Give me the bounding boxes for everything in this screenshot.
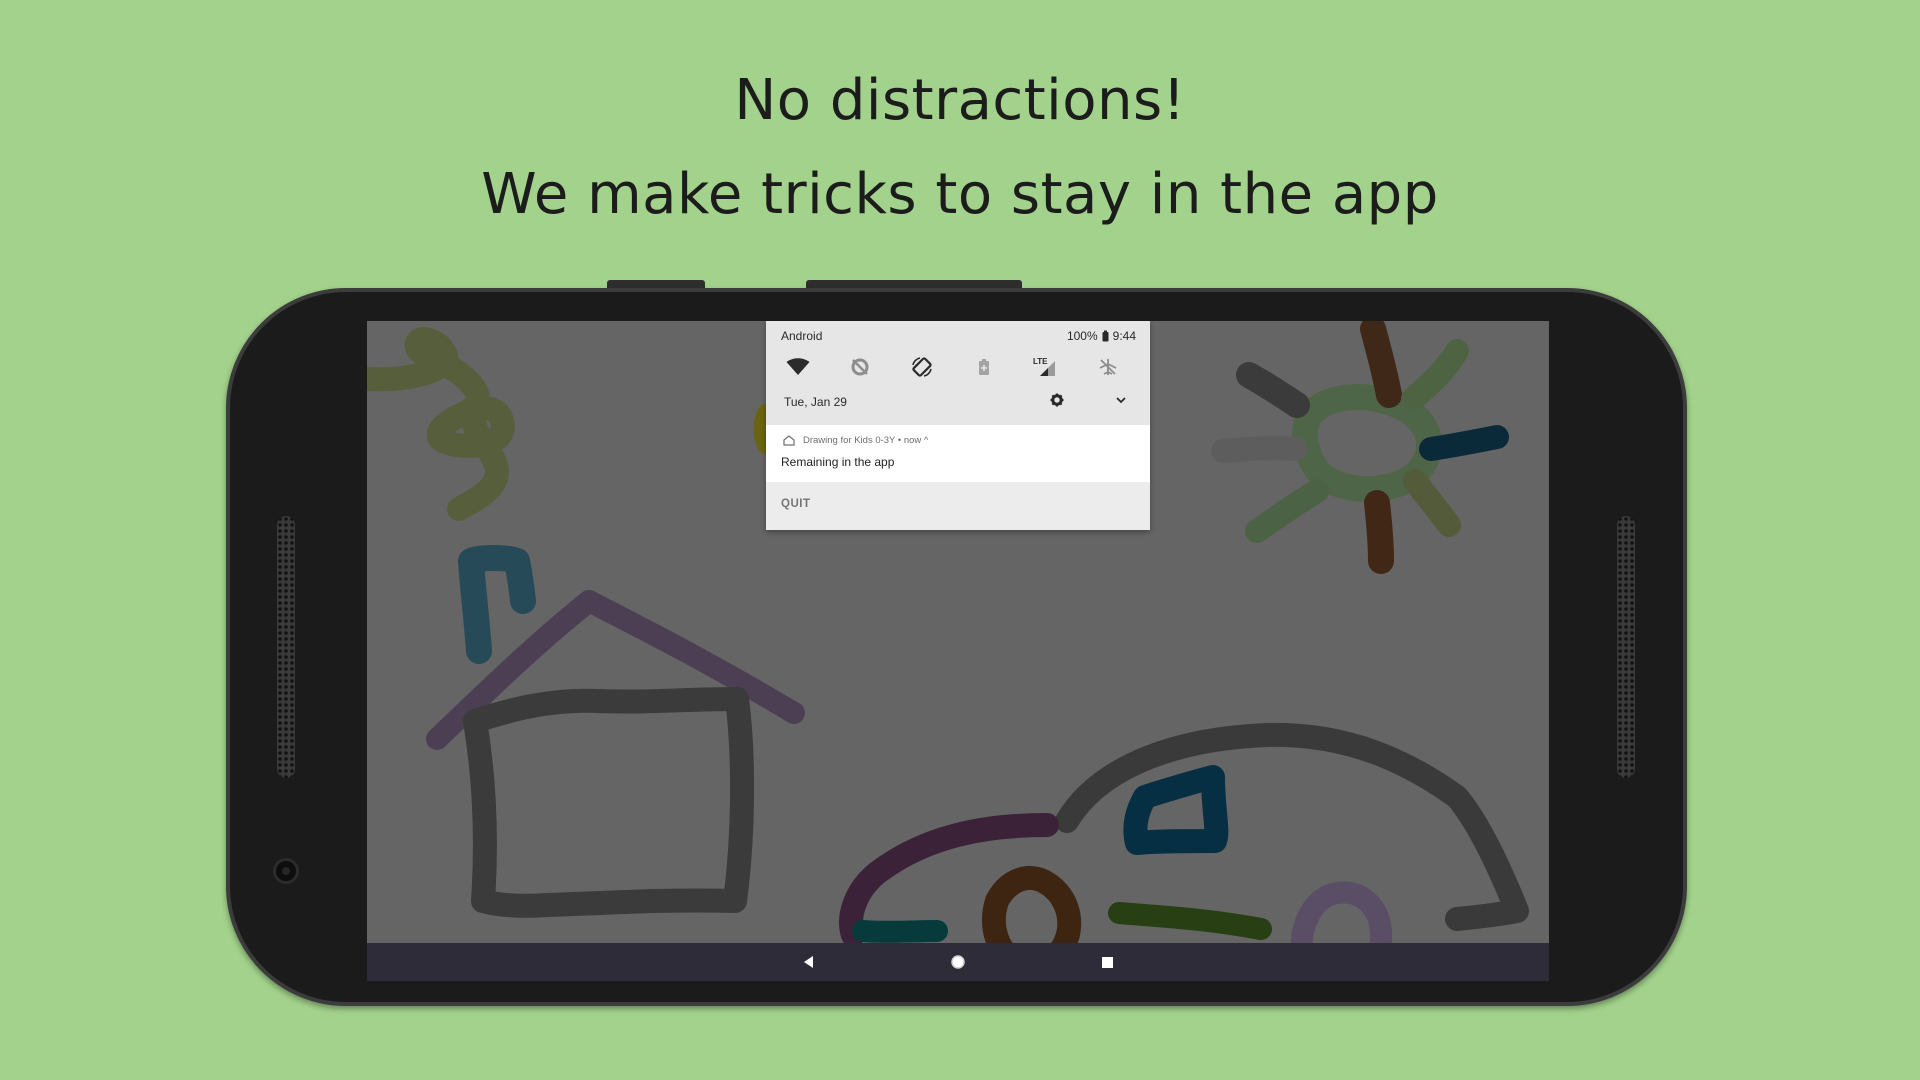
drawing-stroke-house (463, 687, 755, 918)
notification-text: Remaining in the app (781, 455, 895, 469)
drawing-stroke-sun-ray (1245, 479, 1329, 543)
left-speaker-grille (277, 516, 295, 778)
headline-subtitle: We make tricks to stay in the app (481, 162, 1439, 227)
auto-rotate-icon[interactable] (909, 355, 935, 379)
battery-saver-icon[interactable] (971, 355, 997, 379)
wifi-icon[interactable] (785, 355, 811, 379)
airplane-mode-icon[interactable] (1095, 355, 1121, 379)
headline-title: No distractions! (734, 68, 1186, 133)
drawing-stroke-swirl (367, 327, 515, 521)
navigation-bar (367, 943, 1549, 981)
drawing-stroke-sun-ray (1401, 339, 1469, 411)
notification-actions: QUIT (766, 482, 1150, 530)
drawing-stroke-sun-ray (1364, 490, 1394, 574)
carrier-label: Android (781, 329, 823, 343)
lte-signal-icon[interactable]: LTE (1033, 355, 1059, 379)
phone-screen: Android 100% 9:44 LTE Tue, Jan 29 Drawin… (367, 321, 1549, 981)
front-camera (273, 858, 299, 884)
battery-icon (1102, 330, 1109, 342)
home-icon[interactable] (949, 953, 967, 971)
quit-button[interactable]: QUIT (781, 498, 810, 510)
lte-label: LTE (1033, 357, 1048, 366)
clock: 9:44 (1112, 329, 1136, 343)
recents-icon[interactable] (1098, 953, 1116, 971)
home-app-icon (783, 435, 795, 446)
status-bar-right: 100% 9:44 (1067, 329, 1136, 343)
drawing-stroke-sun-ray (1360, 321, 1402, 408)
data-saver-icon[interactable] (847, 355, 873, 379)
battery-percent: 100% (1066, 329, 1098, 343)
back-icon[interactable] (800, 953, 818, 971)
drawing-stroke-car-window (1123, 765, 1229, 855)
drawing-stroke-sun-ray (1236, 362, 1310, 418)
drawing-stroke-sun-ray (1403, 469, 1461, 537)
notification-card[interactable]: Drawing for Kids 0-3Y • now ^ Remaining … (766, 425, 1150, 482)
drawing-stroke-car-stripe (1108, 902, 1272, 940)
quick-settings-row: LTE (766, 355, 1150, 379)
drawing-stroke-car-bumper (852, 920, 948, 943)
notification-shade: Android 100% 9:44 LTE Tue, Jan 29 Drawin… (766, 321, 1150, 530)
right-speaker-grille (1617, 516, 1635, 778)
drawing-stroke-chimney (458, 545, 536, 664)
gear-icon[interactable] (1050, 393, 1064, 407)
drawing-stroke-sun-ray (1211, 436, 1307, 463)
drawing-stroke-fragment (753, 404, 772, 454)
date-label: Tue, Jan 29 (784, 395, 847, 409)
drawing-stroke-sun-ray (1419, 425, 1509, 461)
notification-app-name: Drawing for Kids 0-3Y • now ^ (803, 435, 929, 446)
chevron-down-icon[interactable] (1115, 395, 1127, 405)
